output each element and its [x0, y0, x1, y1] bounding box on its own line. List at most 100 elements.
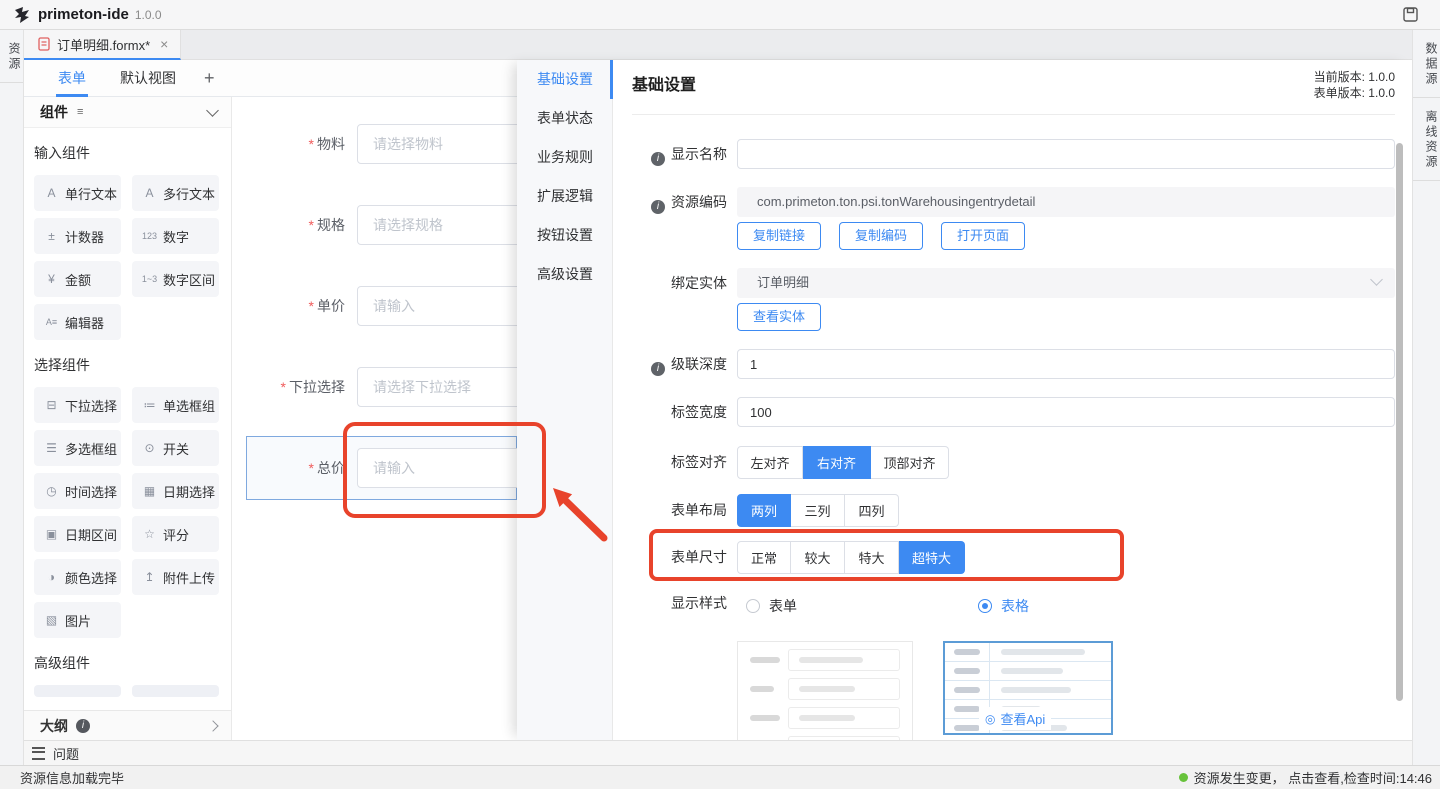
label-width-input[interactable] [737, 397, 1395, 427]
skeleton-bar [954, 706, 980, 712]
radio-table-style[interactable]: 表格 [969, 596, 1029, 616]
field-input-规格[interactable]: 请选择规格 [357, 205, 517, 245]
view-tabs: 表单 默认视图 + [24, 60, 517, 97]
component-file-upload[interactable]: ↥附件上传 [132, 559, 219, 595]
component-date-picker[interactable]: ▦日期选择 [132, 473, 219, 509]
component-checkbox-group[interactable]: ☰多选框组 [34, 430, 121, 466]
resource-code-label: i资源编码 [517, 187, 727, 217]
option-左对齐[interactable]: 左对齐 [737, 446, 803, 479]
required-asterisk: * [281, 379, 286, 395]
component-clipped[interactable] [34, 685, 121, 697]
component-color-picker[interactable]: ◑颜色选择 [34, 559, 121, 595]
component-date-range[interactable]: ▣日期区间 [34, 516, 121, 552]
option-特大[interactable]: 特大 [845, 541, 899, 574]
components-panel-header[interactable]: 组件 ≡ [24, 97, 231, 128]
save-icon[interactable] [1403, 7, 1418, 22]
tab-default-view[interactable]: 默认视图 [120, 60, 176, 97]
app-window: primeton-ide 1.0.0 资源 数据源离线资源 订单明细.formx… [0, 0, 1440, 789]
settings-nav-按钮设置[interactable]: 按钮设置 [517, 216, 612, 255]
component-image[interactable]: ▧图片 [34, 602, 121, 638]
option-右对齐[interactable]: 右对齐 [803, 446, 871, 479]
field-row-总价: *总价请输入 [232, 448, 517, 488]
option-顶部对齐[interactable]: 顶部对齐 [871, 446, 949, 479]
outline-bar[interactable]: 大纲 i [24, 710, 232, 740]
tab-close-icon[interactable]: × [158, 36, 170, 52]
right-rail-item-1[interactable]: 离线资源 [1413, 108, 1440, 181]
component-number[interactable]: 123数字 [132, 218, 219, 254]
view-api-link[interactable]: ◎ 查看Api [979, 707, 1051, 730]
section-title: 高级组件 [34, 653, 221, 673]
field-input-下拉选择[interactable]: 请选择下拉选择 [357, 367, 517, 407]
resource-change-notice[interactable]: 资源发生变更， 点击查看,检查时间:14:46 [1179, 768, 1432, 787]
skeleton-input [788, 649, 900, 671]
collapse-chevron-icon[interactable] [206, 104, 219, 117]
option-三列[interactable]: 三列 [791, 494, 845, 527]
form-style-preview-card[interactable] [737, 641, 913, 740]
switch-icon: ⊙ [141, 441, 158, 455]
component-single-line-text[interactable]: A单行文本 [34, 175, 121, 211]
component-multi-line-text[interactable]: A多行文本 [132, 175, 219, 211]
skeleton-row [738, 678, 912, 700]
button-复制编码[interactable]: 复制编码 [839, 222, 923, 250]
component-radio-group[interactable]: ≔单选框组 [132, 387, 219, 423]
option-两列[interactable]: 两列 [737, 494, 791, 527]
field-row-物料: *物料请选择物料 [232, 124, 517, 164]
field-input-单价[interactable]: 请输入 [357, 286, 517, 326]
right-rail-item-0[interactable]: 数据源 [1413, 40, 1440, 98]
component-switch[interactable]: ⊙ 开关 [132, 430, 219, 466]
field-input-总价[interactable]: 请输入 [357, 448, 517, 488]
skeleton-bar [1001, 687, 1071, 693]
component-amount[interactable]: ¥金额 [34, 261, 121, 297]
pill-grid: A单行文本 A多行文本 ±计数器 123数字 ¥金额 1~3数字区间 A≡编辑器 [34, 175, 221, 340]
button-打开页面[interactable]: 打开页面 [941, 222, 1025, 250]
component-editor[interactable]: A≡编辑器 [34, 304, 121, 340]
component-clipped[interactable] [132, 685, 219, 697]
problems-label: 问题 [53, 744, 79, 763]
skeleton-bar [750, 657, 780, 663]
date-picker-icon: ▦ [141, 484, 158, 498]
table-style-preview-card[interactable]: ◎ 查看Api [943, 641, 1113, 735]
bind-entity-select[interactable]: 订单明细 [737, 268, 1395, 298]
info-icon: i [651, 152, 665, 166]
editor-tab[interactable]: 订单明细.formx* × [24, 30, 181, 60]
settings-nav-基础设置[interactable]: 基础设置 [517, 60, 612, 99]
tab-title: 订单明细.formx* [57, 35, 150, 54]
component-rating[interactable]: ☆评分 [132, 516, 219, 552]
component-number-range[interactable]: 1~3数字区间 [132, 261, 219, 297]
info-icon: i [651, 200, 665, 214]
button-复制链接[interactable]: 复制链接 [737, 222, 821, 250]
settings-nav-表单状态[interactable]: 表单状态 [517, 99, 612, 138]
option-四列[interactable]: 四列 [845, 494, 899, 527]
add-view-button[interactable]: + [204, 68, 215, 89]
cascade-depth-input[interactable] [737, 349, 1395, 379]
dropdown-select-icon: ⊟ [43, 398, 60, 412]
problems-list-icon [32, 747, 45, 760]
skeleton-bar [750, 715, 780, 721]
component-label: 开关 [163, 439, 189, 458]
field-input-物料[interactable]: 请选择物料 [357, 124, 517, 164]
option-较大[interactable]: 较大 [791, 541, 845, 574]
skeleton-row [945, 681, 1111, 700]
pill-grid: ⊟ 下拉选择 ≔单选框组 ☰多选框组 ⊙ 开关 ◷时间选择 ▦日期选择 ▣日期区间 ☆评分 ◑颜色选… [34, 387, 221, 638]
component-label: 下拉选择 [65, 396, 117, 415]
component-counter[interactable]: ±计数器 [34, 218, 121, 254]
tab-form[interactable]: 表单 [58, 60, 86, 97]
left-rail-resources[interactable]: 资源 [0, 40, 23, 83]
component-time-picker[interactable]: ◷时间选择 [34, 473, 121, 509]
number-range-icon: 1~3 [141, 274, 158, 284]
top-bar: primeton-ide 1.0.0 [0, 0, 1440, 30]
component-dropdown-select[interactable]: ⊟ 下拉选择 [34, 387, 121, 423]
resource-code-actions: 复制链接复制编码打开页面 [737, 222, 1025, 250]
display-name-input[interactable] [737, 139, 1395, 169]
problems-bar[interactable]: 问题 [24, 740, 1412, 765]
radio-form-style[interactable]: 表单 [737, 596, 797, 616]
section-title: 输入组件 [34, 143, 221, 163]
skeleton-row [738, 707, 912, 729]
field-label: *单价 [232, 286, 345, 326]
option-超特大[interactable]: 超特大 [899, 541, 965, 574]
panel-scrollbar[interactable] [1396, 143, 1403, 701]
label-align-label: 标签对齐 [517, 446, 727, 479]
option-正常[interactable]: 正常 [737, 541, 791, 574]
view-entity-button[interactable]: 查看实体 [737, 303, 821, 331]
outline-label: 大纲 [40, 716, 68, 736]
